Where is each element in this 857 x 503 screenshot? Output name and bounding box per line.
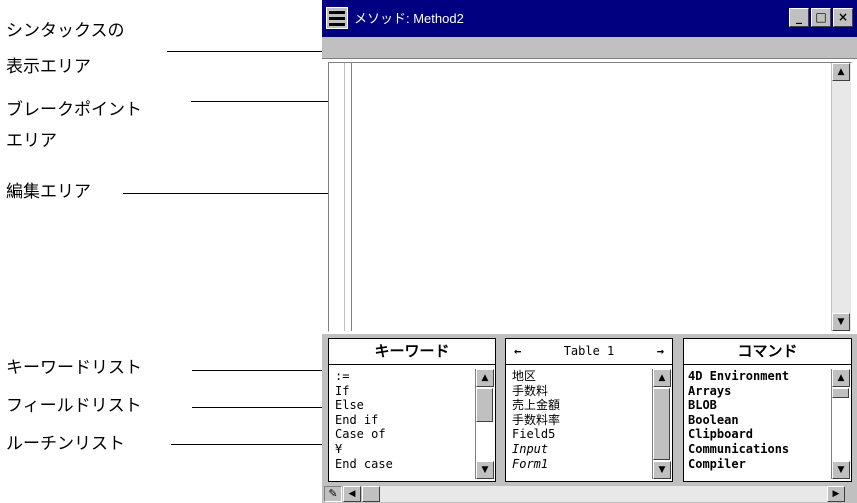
close-button[interactable]: ×	[833, 8, 853, 27]
arrow-left-icon[interactable]: ←	[514, 339, 521, 364]
resize-grip[interactable]	[846, 486, 857, 502]
arrow-left-icon: ◀	[348, 489, 356, 499]
field-items: 地区 手数料 売上金額 手数料率 Field5 Input Form1	[512, 369, 560, 471]
syntax-display-area	[322, 37, 857, 59]
command-list: コマンド 4D Environment Arrays BLOB Boolean …	[683, 338, 852, 482]
keyword-list-label: キーワードリスト	[6, 358, 142, 378]
keyword-scroll-thumb[interactable]	[476, 388, 493, 422]
arrow-up-icon: ▲	[837, 67, 845, 77]
minimize-icon: _	[796, 10, 802, 24]
arrow-down-icon: ▼	[837, 465, 845, 475]
keyword-scroll-up-button[interactable]: ▲	[476, 369, 494, 387]
syntax-area-label: シンタックスの	[6, 21, 125, 41]
keyword-list-scrollbar[interactable]: ▲ ▼	[475, 369, 494, 479]
lists-area: キーワード := If Else End if Case of ¥ End ca…	[322, 334, 857, 503]
field-list-scrollbar[interactable]: ▲ ▼	[652, 369, 671, 479]
horizontal-scroll-track[interactable]	[380, 486, 827, 502]
close-icon: ×	[837, 10, 849, 24]
horizontal-scroll-thumb[interactable]	[362, 486, 380, 502]
list-item[interactable]: Case of	[335, 427, 393, 442]
field-list: ← Table 1 → 地区 手数料 売上金額 手数料率 Field5 Inpu…	[505, 338, 673, 482]
method-editor-window: メソッド: Method2 _ □ × ▲ ▼ キーワード := If Else…	[322, 0, 857, 503]
list-item[interactable]: Arrays	[688, 384, 789, 399]
list-item[interactable]: Field5	[512, 427, 560, 442]
list-item[interactable]: 4D Environment	[688, 369, 789, 384]
breakpoint-area-leader	[191, 101, 337, 102]
list-item[interactable]: Input	[512, 442, 560, 457]
arrow-down-icon: ▼	[837, 317, 845, 327]
field-scroll-thumb[interactable]	[653, 388, 670, 460]
list-item[interactable]: End if	[335, 413, 393, 428]
edit-area-label: 編集エリア	[6, 182, 91, 202]
list-item[interactable]: 手数料率	[512, 413, 560, 428]
list-item[interactable]: Form1	[512, 457, 560, 472]
arrow-right-icon[interactable]: →	[657, 339, 664, 364]
list-item[interactable]: End case	[335, 457, 393, 472]
method-window-icon	[326, 7, 348, 29]
scroll-left-button[interactable]: ◀	[343, 486, 361, 502]
keyword-list-header: キーワード	[329, 339, 495, 365]
list-item[interactable]: BLOB	[688, 398, 789, 413]
maximize-icon: □	[815, 10, 827, 24]
command-scroll-down-button[interactable]: ▼	[832, 461, 850, 479]
field-list-header: ← Table 1 →	[506, 339, 672, 365]
window-title: メソッド: Method2	[354, 11, 464, 26]
code-edit-area[interactable]	[351, 63, 830, 331]
scroll-down-button[interactable]: ▼	[832, 313, 850, 331]
list-item[interactable]: 地区	[512, 369, 560, 384]
command-items: 4D Environment Arrays BLOB Boolean Clipb…	[688, 369, 789, 471]
title-bar[interactable]: メソッド: Method2 _ □ ×	[322, 0, 857, 37]
breakpoint-area-label-line2: エリア	[6, 131, 57, 151]
field-scroll-up-button[interactable]: ▲	[653, 369, 671, 387]
command-list-header: コマンド	[684, 339, 851, 365]
command-scroll-up-button[interactable]: ▲	[832, 369, 850, 387]
command-list-scrollbar[interactable]: ▲ ▼	[831, 369, 850, 479]
list-item[interactable]: ¥	[335, 442, 393, 457]
list-item[interactable]: Else	[335, 398, 393, 413]
breakpoint-area[interactable]	[329, 63, 345, 331]
keyword-list: キーワード := If Else End if Case of ¥ End ca…	[328, 338, 496, 482]
arrow-up-icon: ▲	[481, 373, 489, 383]
arrow-down-icon: ▼	[481, 465, 489, 475]
breakpoint-area-label: ブレークポイント	[6, 100, 142, 120]
window-controls: _ □ ×	[787, 8, 853, 27]
keyword-scroll-down-button[interactable]: ▼	[476, 461, 494, 479]
syntax-area-leader	[167, 51, 330, 52]
field-list-label: フィールドリスト	[6, 396, 142, 416]
list-item[interactable]: Boolean	[688, 413, 789, 428]
minimize-button[interactable]: _	[789, 8, 809, 27]
list-item[interactable]: :=	[335, 369, 393, 384]
arrow-down-icon: ▼	[658, 465, 666, 475]
list-item[interactable]: 売上金額	[512, 398, 560, 413]
editor-frame: ▲ ▼	[328, 62, 852, 332]
scroll-right-button[interactable]: ▶	[827, 486, 845, 502]
list-item[interactable]: Clipboard	[688, 427, 789, 442]
arrow-up-icon: ▲	[658, 373, 666, 383]
routine-list-label: ルーチンリスト	[6, 434, 125, 454]
bottom-bar: ✎ ◀ ▶	[322, 485, 857, 503]
list-item[interactable]: Compiler	[688, 457, 789, 472]
arrow-up-icon: ▲	[837, 373, 845, 383]
editor-vertical-scrollbar[interactable]: ▲ ▼	[831, 63, 851, 331]
keyword-items: := If Else End if Case of ¥ End case	[335, 369, 393, 471]
scroll-up-button[interactable]: ▲	[832, 63, 850, 81]
maximize-button[interactable]: □	[811, 8, 831, 27]
arrow-right-icon: ▶	[832, 489, 840, 499]
table-name: Table 1	[563, 344, 615, 358]
pencil-icon[interactable]: ✎	[324, 486, 342, 502]
syntax-area-label-line2: 表示エリア	[6, 57, 91, 77]
command-scroll-thumb[interactable]	[832, 388, 849, 398]
list-item[interactable]: If	[335, 384, 393, 399]
list-item[interactable]: Communications	[688, 442, 789, 457]
field-scroll-down-button[interactable]: ▼	[653, 461, 671, 479]
list-item[interactable]: 手数料	[512, 384, 560, 399]
